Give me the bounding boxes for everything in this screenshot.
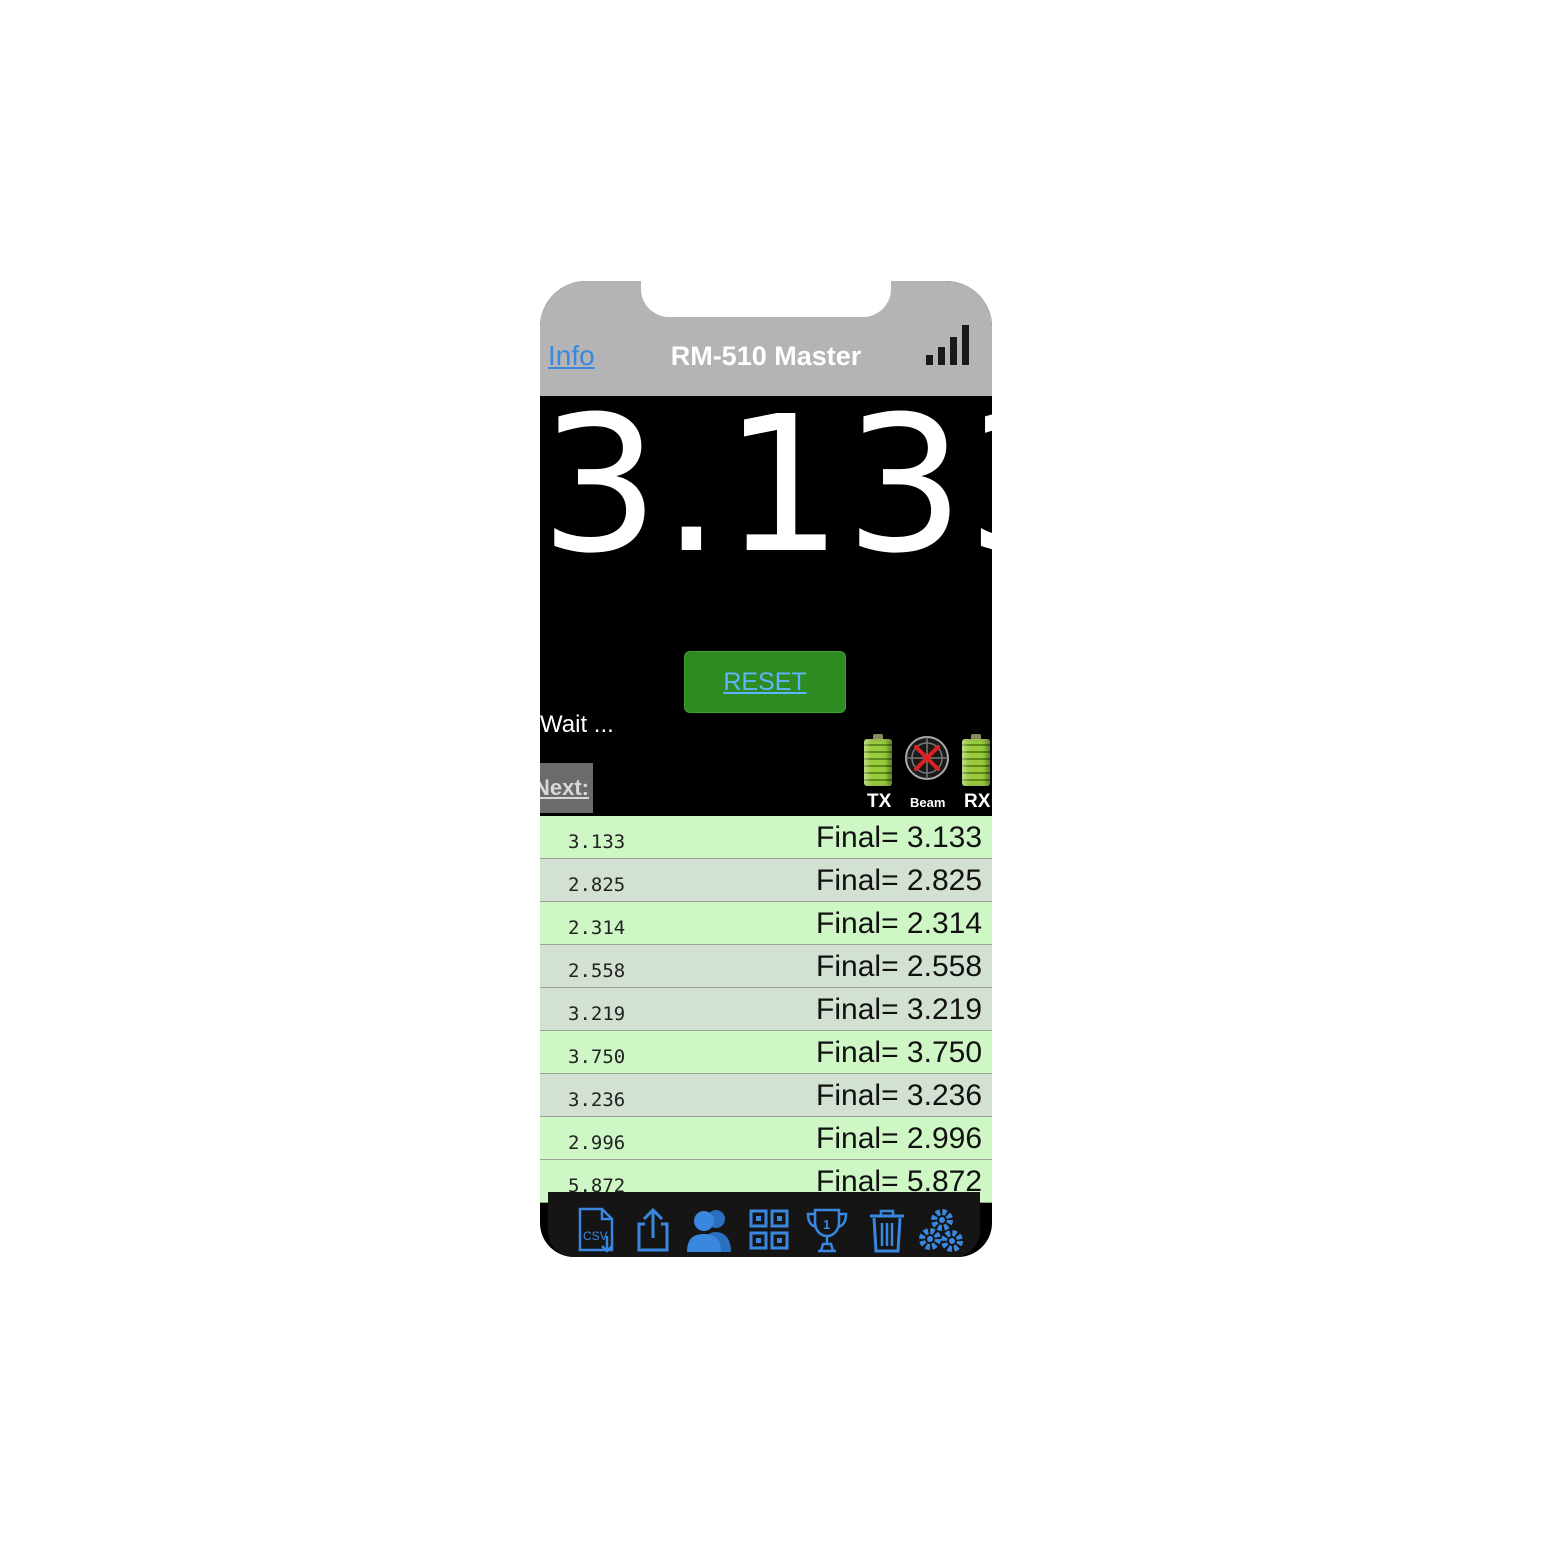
split-time: 3.236 — [568, 1089, 626, 1111]
final-time: Final= 3.750 — [816, 1036, 982, 1069]
split-time: 2.314 — [568, 917, 626, 939]
status-text: Wait ... — [540, 711, 614, 738]
split-time: 2.558 — [568, 960, 626, 982]
bottom-toolbar: CSV 1 — [548, 1192, 980, 1257]
page-title: RM-510 Master — [670, 341, 862, 371]
trophy-icon[interactable]: 1 — [804, 1206, 850, 1254]
next-button[interactable]: Next: — [540, 763, 593, 813]
split-time: 3.750 — [568, 1046, 626, 1068]
rx-label: RX — [964, 791, 991, 812]
list-item[interactable]: 3.236 Final= 3.236 — [540, 1074, 992, 1117]
final-time: Final= 3.236 — [816, 1079, 982, 1112]
timer-display: 3.133 — [540, 376, 992, 595]
final-time: Final= 3.133 — [816, 821, 982, 854]
qr-code-icon[interactable] — [746, 1206, 792, 1254]
final-time: Final= 2.996 — [816, 1122, 982, 1155]
beam-label: Beam — [910, 795, 946, 810]
list-item[interactable]: 2.825 Final= 2.825 — [540, 859, 992, 902]
reset-button[interactable]: RESET — [684, 651, 846, 713]
phone-frame: Info RM-510 Master 3.133 RESET Wait ... … — [540, 281, 992, 1257]
list-item[interactable]: 2.558 Final= 2.558 — [540, 945, 992, 988]
list-item[interactable]: 2.314 Final= 2.314 — [540, 902, 992, 945]
split-time: 2.996 — [568, 1132, 626, 1154]
settings-icon[interactable] — [918, 1206, 964, 1254]
tx-label: TX — [867, 791, 892, 812]
list-item[interactable]: 3.219 Final= 3.219 — [540, 988, 992, 1031]
final-time: Final= 2.558 — [816, 950, 982, 983]
csv-text: CSV — [583, 1229, 608, 1243]
list-item[interactable]: 3.133 Final= 3.133 — [540, 816, 992, 859]
list-item[interactable]: 3.750 Final= 3.750 — [540, 1031, 992, 1074]
final-time: Final= 3.219 — [816, 993, 982, 1026]
signal-bars-icon — [926, 325, 974, 365]
results-list[interactable]: 3.133 Final= 3.133 2.825 Final= 2.825 2.… — [540, 816, 992, 1203]
final-time: Final= 2.825 — [816, 864, 982, 897]
trash-icon[interactable] — [864, 1206, 910, 1254]
tx-battery-icon — [864, 734, 892, 786]
users-icon[interactable] — [684, 1206, 734, 1254]
trophy-rank-text: 1 — [823, 1217, 830, 1232]
share-icon[interactable] — [630, 1206, 676, 1254]
split-time: 3.133 — [568, 831, 626, 853]
final-time: Final= 2.314 — [816, 907, 982, 940]
list-item[interactable]: 2.996 Final= 2.996 — [540, 1117, 992, 1160]
beam-broken-icon — [905, 736, 949, 780]
split-time: 2.825 — [568, 874, 626, 896]
split-time: 3.219 — [568, 1003, 626, 1025]
csv-export-icon[interactable]: CSV — [574, 1206, 620, 1254]
notch — [641, 281, 891, 317]
rx-battery-icon — [962, 734, 990, 786]
